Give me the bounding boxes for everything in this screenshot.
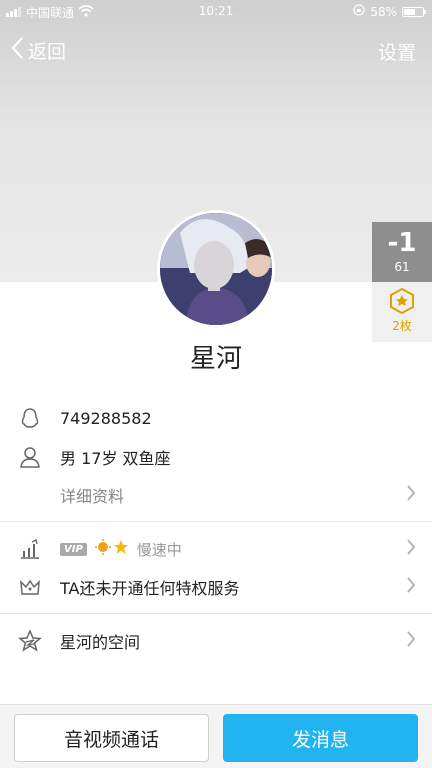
chevron-left-icon: [10, 36, 24, 65]
divider: [0, 521, 432, 522]
likes-count: 61: [394, 260, 410, 274]
chevron-right-icon: [406, 575, 416, 600]
privilege-text: TA还未开通任何特权服务: [60, 579, 240, 598]
details-row[interactable]: 详细资料: [0, 475, 432, 515]
back-label: 返回: [28, 41, 67, 63]
likes-value: -1: [387, 228, 417, 258]
status-right: 58%: [353, 4, 426, 19]
penguin-icon: [16, 404, 44, 432]
privilege-row[interactable]: TA还未开通任何特权服务: [0, 567, 432, 607]
vip-status: VIP 慢速中: [60, 529, 182, 569]
status-bar: 中国联通 10:21 58%: [0, 0, 432, 24]
space-label: 星河的空间: [60, 633, 141, 652]
medal-widget[interactable]: 2枚: [372, 282, 432, 342]
space-row[interactable]: 星河的空间: [0, 621, 432, 661]
crown-icon: [16, 573, 44, 601]
likes-widget[interactable]: -1 61: [372, 222, 432, 282]
star-space-icon: [16, 627, 44, 655]
divider: [0, 613, 432, 614]
back-button[interactable]: 返回: [10, 36, 66, 65]
vip-speed-label: 慢速中: [136, 540, 182, 559]
chevron-right-icon: [406, 629, 416, 654]
send-message-button[interactable]: 发消息: [223, 714, 418, 762]
medal-icon: [372, 287, 432, 317]
vip-row[interactable]: VIP 慢速中: [0, 529, 432, 569]
avatar[interactable]: [157, 210, 275, 328]
chevron-right-icon: [406, 537, 416, 562]
chart-bars-icon: [16, 535, 44, 563]
qq-number-row[interactable]: 749288582: [0, 398, 432, 438]
basic-info-row[interactable]: 男 17岁 双鱼座: [0, 437, 432, 477]
bottom-action-bar: 音视频通话 发消息: [0, 704, 432, 768]
medal-count: 2枚: [392, 319, 412, 333]
chevron-right-icon: [406, 483, 416, 508]
sun-star-level-icon: [94, 539, 129, 559]
basic-info: 男 17岁 双鱼座: [60, 449, 171, 468]
qq-number: 749288582: [60, 408, 152, 428]
battery-icon: [402, 6, 426, 17]
settings-button[interactable]: 设置: [378, 38, 416, 65]
details-label: 详细资料: [60, 487, 125, 506]
vip-tag: VIP: [60, 542, 87, 556]
profile-nickname: 星河: [189, 344, 242, 374]
rotation-lock-icon: [353, 4, 365, 19]
video-call-button[interactable]: 音视频通话: [14, 714, 209, 762]
person-icon: [16, 443, 44, 471]
side-panel: -1 61 2枚: [372, 222, 432, 342]
battery-percent: 58%: [370, 4, 397, 19]
